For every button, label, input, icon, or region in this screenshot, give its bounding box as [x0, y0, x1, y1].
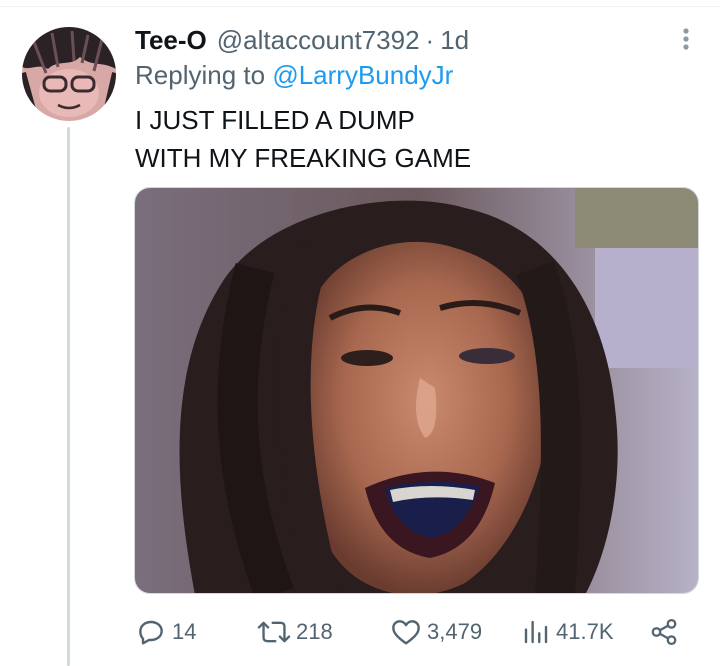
more-icon[interactable] [672, 24, 700, 54]
timestamp[interactable]: 1d [440, 25, 469, 56]
reply-icon [139, 620, 163, 645]
retweet-button[interactable]: 218 [257, 612, 333, 652]
thread-line [67, 127, 70, 666]
divider [0, 6, 720, 7]
reply-button[interactable]: 14 [135, 612, 196, 652]
media-image [135, 188, 698, 593]
reply-to-link[interactable]: @LarryBundyJr [272, 60, 453, 90]
avatar-image [22, 27, 116, 121]
user-handle[interactable]: @altaccount7392 [217, 25, 420, 56]
views-button[interactable]: 41.7K [521, 612, 614, 652]
like-count: 3,479 [427, 619, 483, 644]
reply-count: 14 [172, 619, 197, 644]
tweet-actions: 14 218 3,479 41.7K [135, 612, 685, 652]
like-button[interactable]: 3,479 [390, 612, 482, 652]
views-icon [524, 620, 548, 644]
like-icon [392, 620, 420, 645]
tweet-media[interactable] [134, 187, 699, 594]
replying-to: Replying to @LarryBundyJr [135, 60, 453, 91]
share-button[interactable] [649, 612, 679, 652]
share-icon [651, 619, 677, 645]
tweet-view: Tee-O @altaccount7392 · 1d Replying to @… [0, 0, 720, 666]
avatar[interactable] [22, 27, 116, 121]
tweet-text: I JUST FILLED A DUMP WITH MY FREAKING GA… [135, 105, 472, 173]
retweet-icon [257, 621, 291, 643]
views-count: 41.7K [556, 619, 614, 644]
display-name[interactable]: Tee-O [135, 25, 207, 56]
tweet-header: Tee-O @altaccount7392 · 1d [135, 22, 469, 58]
separator: · [425, 24, 435, 55]
reply-prefix: Replying to [135, 60, 266, 90]
retweet-count: 218 [296, 619, 333, 644]
